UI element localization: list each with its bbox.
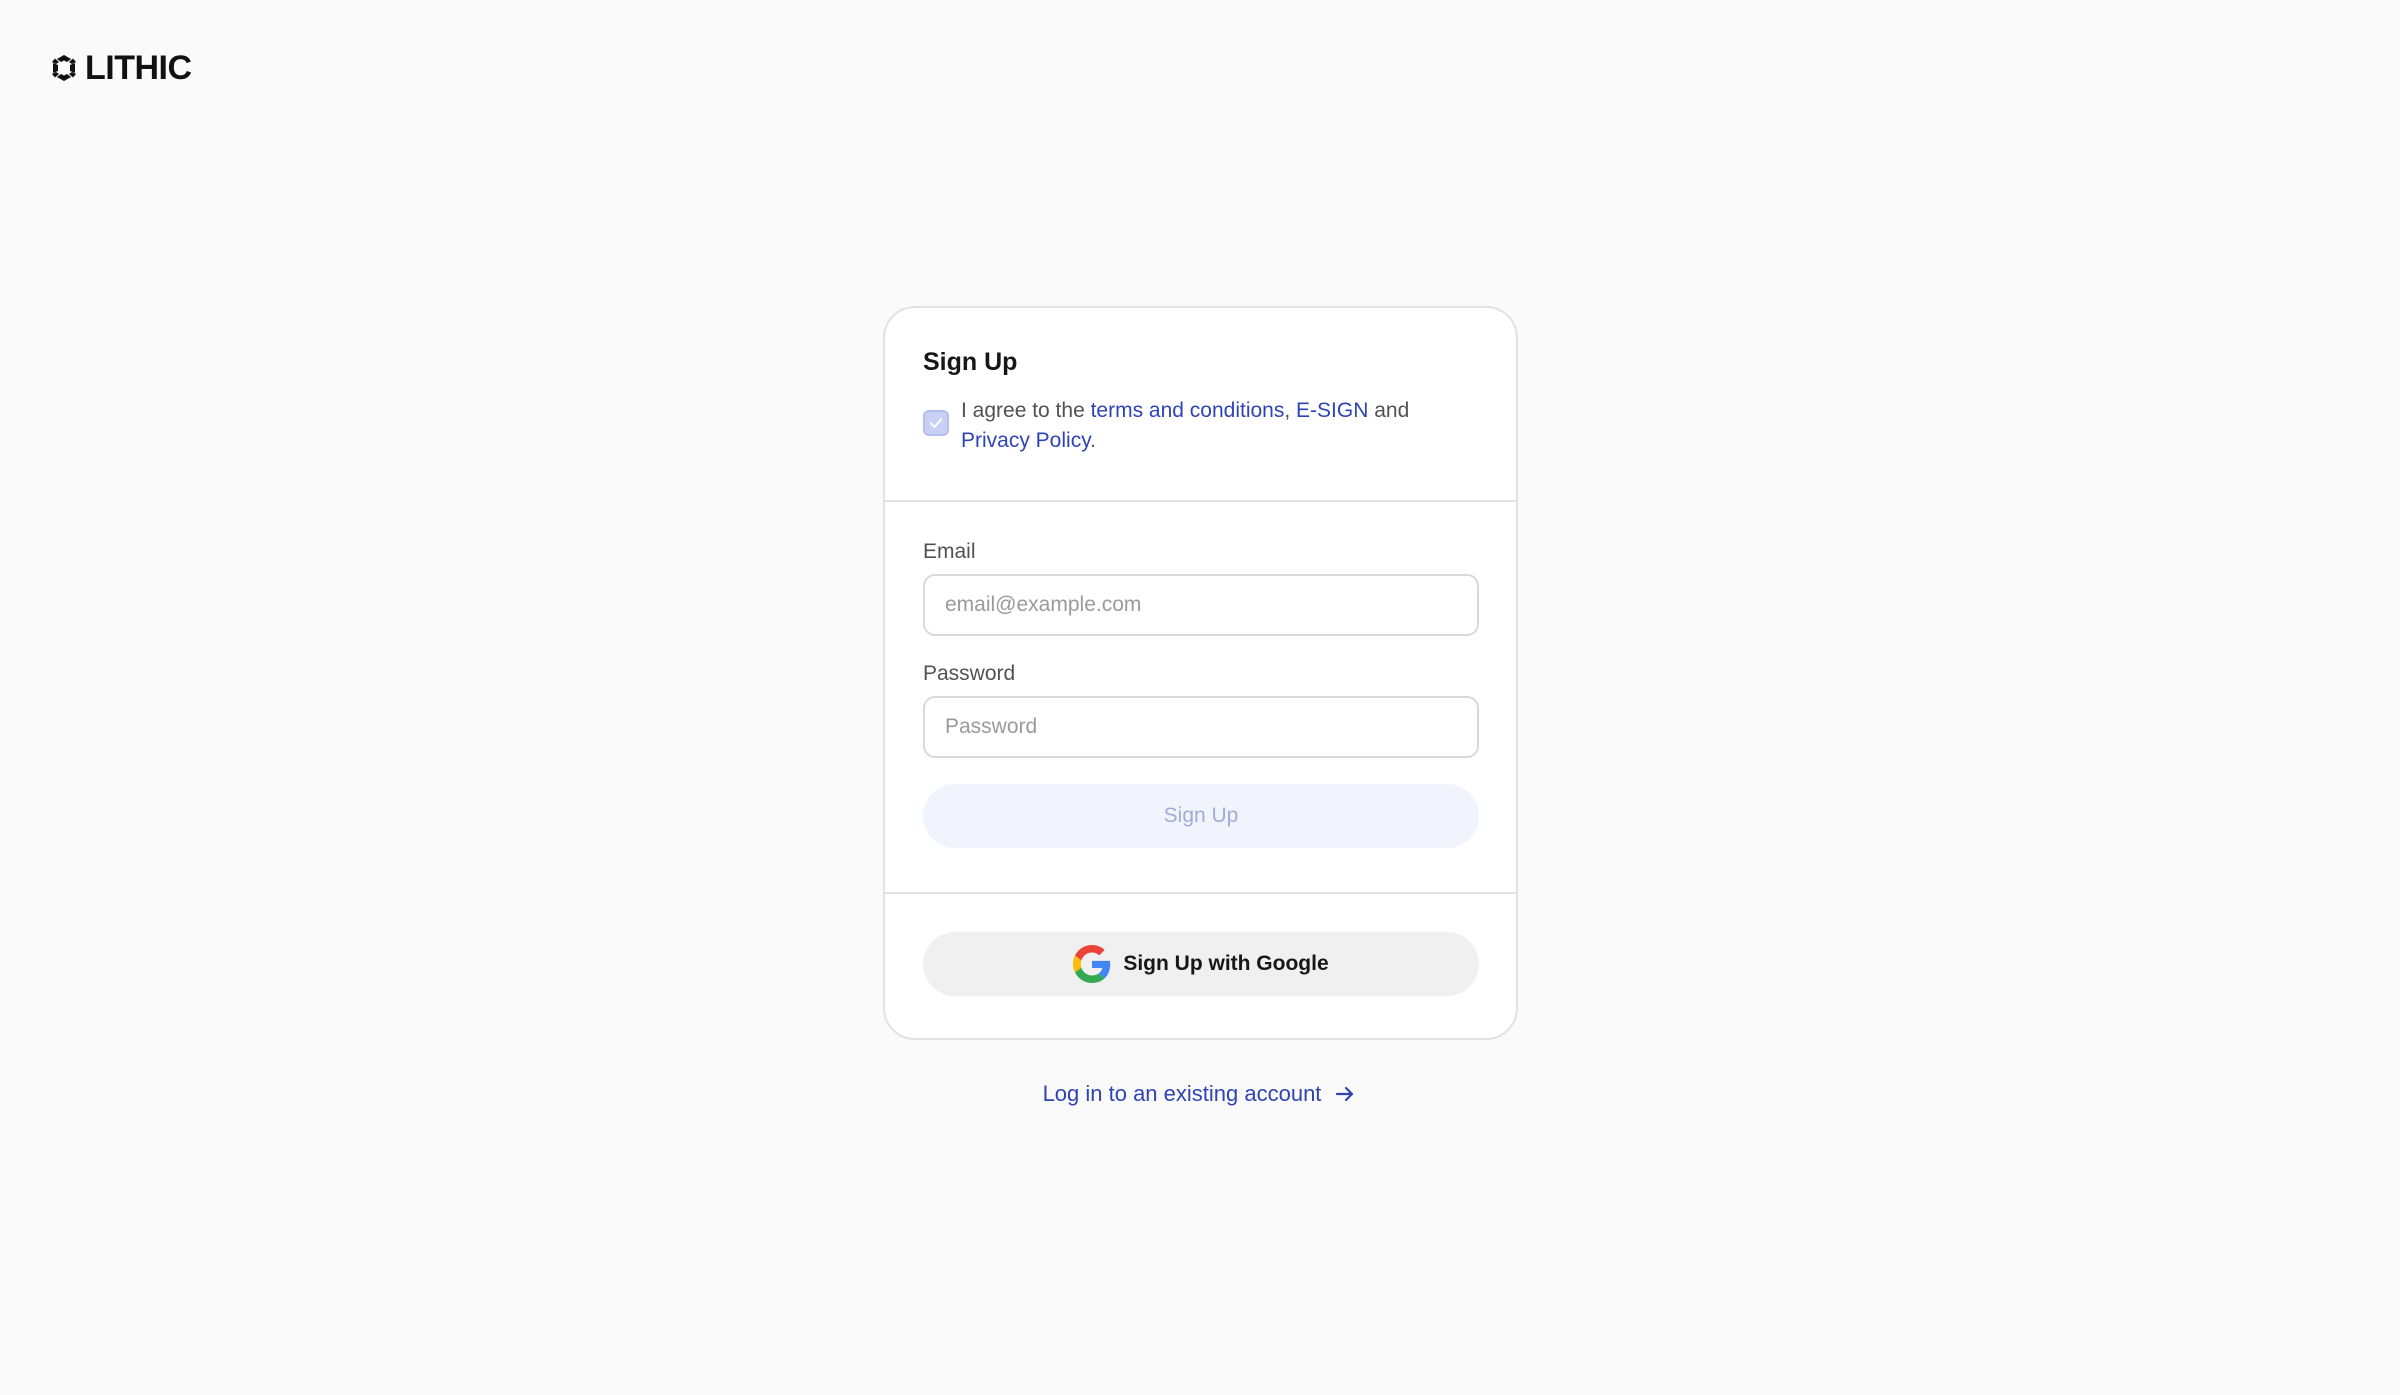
- card-title: Sign Up: [923, 348, 1018, 376]
- google-icon: [1073, 945, 1111, 983]
- email-input[interactable]: [923, 574, 1479, 636]
- password-input[interactable]: [923, 696, 1479, 758]
- checkmark-icon: [930, 418, 942, 428]
- credentials-form: Email Password Sign Up: [885, 502, 1516, 894]
- arrow-right-icon: [1336, 1086, 1354, 1102]
- agree-comma: ,: [1284, 399, 1297, 422]
- agree-prefix: I agree to the: [961, 399, 1091, 422]
- agree-period: .: [1090, 429, 1096, 452]
- terms-section: Sign Up I agree to the terms and conditi…: [885, 308, 1516, 502]
- login-link[interactable]: Log in to an existing account: [0, 1081, 2400, 1107]
- signup-card: Sign Up I agree to the terms and conditi…: [883, 306, 1518, 1040]
- login-link-label: Log in to an existing account: [1042, 1081, 1322, 1106]
- terms-link[interactable]: terms and conditions: [1091, 399, 1285, 422]
- agree-text: I agree to the terms and conditions, E-S…: [961, 396, 1461, 456]
- agree-row: I agree to the terms and conditions, E-S…: [923, 396, 1478, 456]
- agree-checkbox[interactable]: [923, 410, 949, 436]
- password-label: Password: [923, 662, 1016, 685]
- esign-link[interactable]: E-SIGN: [1296, 399, 1368, 422]
- google-section: Sign Up with Google: [885, 894, 1516, 996]
- lithic-logo-icon: [52, 55, 76, 81]
- google-button-label: Sign Up with Google: [1123, 952, 1329, 975]
- email-label: Email: [923, 540, 976, 563]
- sign-up-button[interactable]: Sign Up: [923, 784, 1479, 848]
- privacy-link[interactable]: Privacy Policy: [961, 429, 1090, 452]
- agree-and: and: [1368, 399, 1410, 422]
- brand-logo[interactable]: LITHIC: [49, 49, 192, 87]
- google-sign-up-button[interactable]: Sign Up with Google: [923, 932, 1479, 996]
- brand-name: LITHIC: [85, 49, 192, 87]
